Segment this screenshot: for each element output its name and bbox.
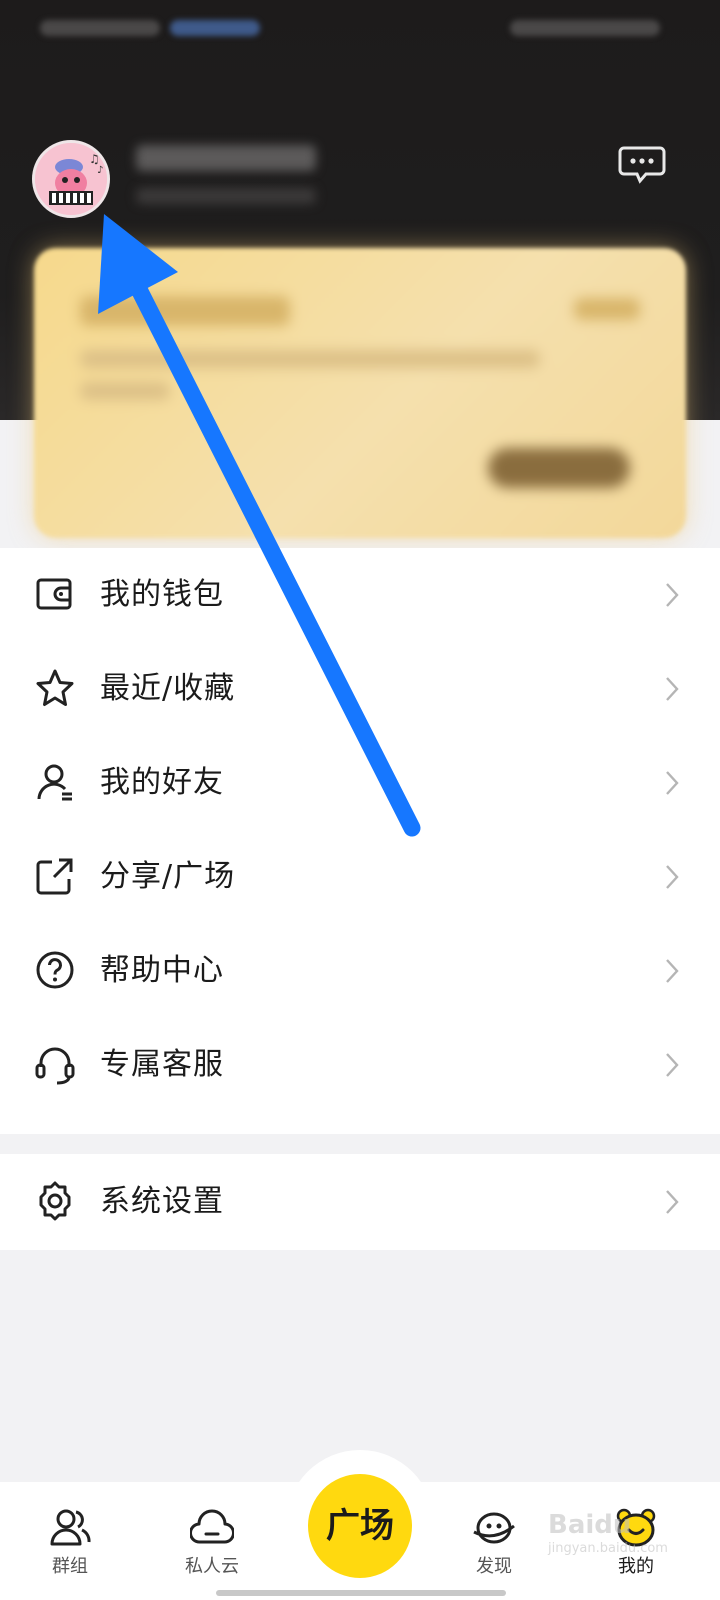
- avatar[interactable]: ♫ ♪: [32, 140, 110, 218]
- menu-item-wallet[interactable]: 我的钱包: [0, 548, 720, 642]
- svg-text:♪: ♪: [97, 165, 103, 176]
- tab-label-group: 群组: [52, 1556, 88, 1577]
- menu-item-help-center[interactable]: 帮助中心: [0, 924, 720, 1018]
- star-icon: [36, 669, 74, 706]
- home-indicator: [216, 1590, 506, 1596]
- menu-label-wallet: 我的钱包: [100, 577, 224, 612]
- discover-icon: [473, 1512, 515, 1544]
- chevron-right-icon: [666, 1053, 679, 1077]
- gear-icon: [39, 1181, 71, 1221]
- menu-label-recent-favorites: 最近/收藏: [100, 671, 236, 706]
- tab-discover[interactable]: 发现: [434, 1482, 554, 1582]
- watermark-sub: jingyan.baidu.com: [548, 1541, 668, 1556]
- group-icon: [50, 1509, 91, 1546]
- headset-icon: [35, 1047, 75, 1085]
- tab-group[interactable]: 群组: [10, 1482, 130, 1582]
- menu-label-system-settings: 系统设置: [100, 1184, 224, 1219]
- cloud-icon: [190, 1509, 234, 1544]
- menu-label-share-square: 分享/广场: [100, 859, 236, 894]
- user-subtitle-blurred: [136, 188, 316, 204]
- menu-label-customer-service: 专属客服: [100, 1047, 224, 1082]
- svg-text:♫: ♫: [89, 152, 100, 166]
- menu-item-friends[interactable]: 我的好友: [0, 736, 720, 830]
- chevron-right-icon: [666, 583, 679, 607]
- menu-item-recent-favorites[interactable]: 最近/收藏: [0, 642, 720, 736]
- menu-label-help-center: 帮助中心: [100, 953, 224, 988]
- username-blurred: [136, 145, 316, 171]
- menu-item-system-settings[interactable]: 系统设置: [0, 1154, 720, 1250]
- share-icon: [36, 858, 73, 895]
- menu-item-share-square[interactable]: 分享/广场: [0, 830, 720, 924]
- chevron-right-icon: [666, 959, 679, 983]
- chevron-right-icon: [666, 771, 679, 795]
- square-center-button[interactable]: 广场: [308, 1474, 412, 1578]
- membership-banner-blurred[interactable]: [34, 248, 686, 538]
- tab-label-private-cloud: 私人云: [185, 1556, 239, 1577]
- watermark-brand: Baidu: [548, 1510, 632, 1540]
- wallet-icon: [36, 578, 72, 610]
- chevron-right-icon: [666, 1190, 679, 1214]
- status-bar: [40, 14, 680, 42]
- question-icon: [36, 951, 74, 989]
- person-icon: [37, 764, 72, 801]
- message-icon[interactable]: [618, 140, 666, 188]
- menu-item-customer-service[interactable]: 专属客服: [0, 1018, 720, 1112]
- tab-label-discover: 发现: [476, 1556, 512, 1577]
- chevron-right-icon: [666, 865, 679, 889]
- menu-label-friends: 我的好友: [100, 765, 224, 800]
- baidu-watermark: Baidu jingyan.baidu.com: [548, 1510, 678, 1572]
- chevron-right-icon: [666, 677, 679, 701]
- menu-list: 我的钱包 最近/收藏 我的好友 分享/广场 帮助中心 专属客服: [0, 548, 720, 1134]
- tab-private-cloud[interactable]: 私人云: [152, 1482, 272, 1582]
